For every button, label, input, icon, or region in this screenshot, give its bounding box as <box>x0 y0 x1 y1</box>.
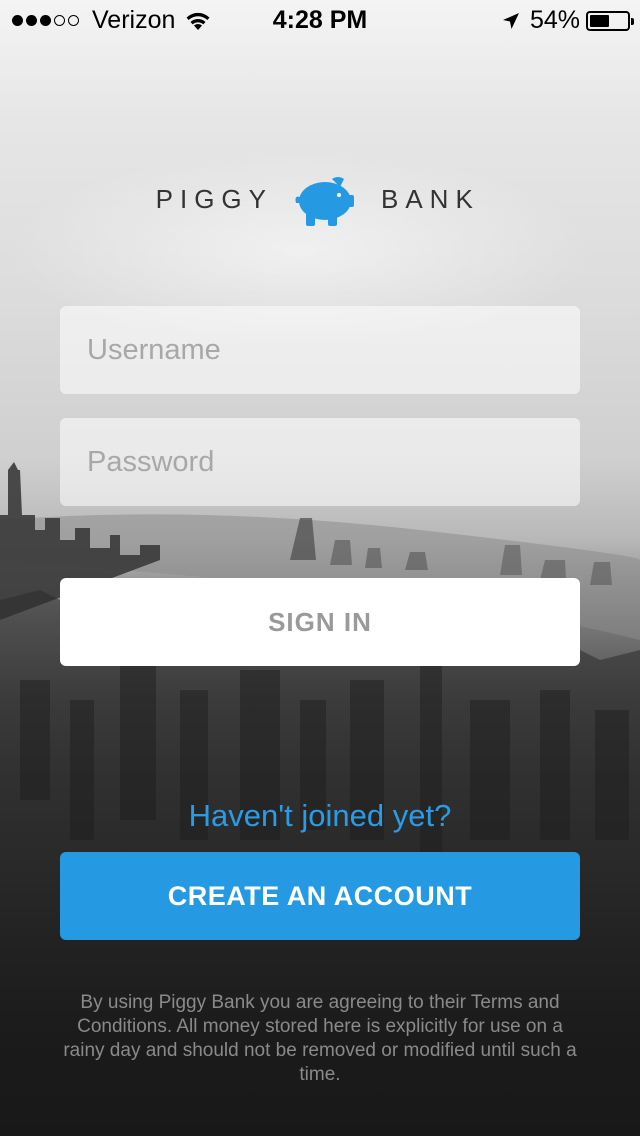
sign-in-button[interactable]: SIGN IN <box>60 578 580 666</box>
battery-percentage: 54% <box>529 6 580 34</box>
logo-text-right: BANK <box>381 184 480 214</box>
battery-level-fill <box>590 14 609 27</box>
piggy-bank-icon <box>295 177 354 226</box>
havent-joined-link[interactable]: Haven't joined yet? <box>0 798 640 834</box>
logo-text-left: PIGGY <box>155 184 273 214</box>
create-account-button[interactable]: CREATE AN ACCOUNT <box>60 852 580 940</box>
location-arrow-icon <box>502 12 519 29</box>
status-bar: Verizon 4:28 PM 54% <box>0 0 640 40</box>
battery-icon <box>586 10 634 31</box>
status-right-group: 54% <box>502 6 634 35</box>
username-input[interactable] <box>60 306 580 394</box>
app-logo: PIGGY BANK <box>0 170 640 230</box>
battery-tip <box>631 17 634 25</box>
terms-disclaimer: By using Piggy Bank you are agreeing to … <box>63 992 577 1085</box>
password-input[interactable] <box>60 418 580 506</box>
